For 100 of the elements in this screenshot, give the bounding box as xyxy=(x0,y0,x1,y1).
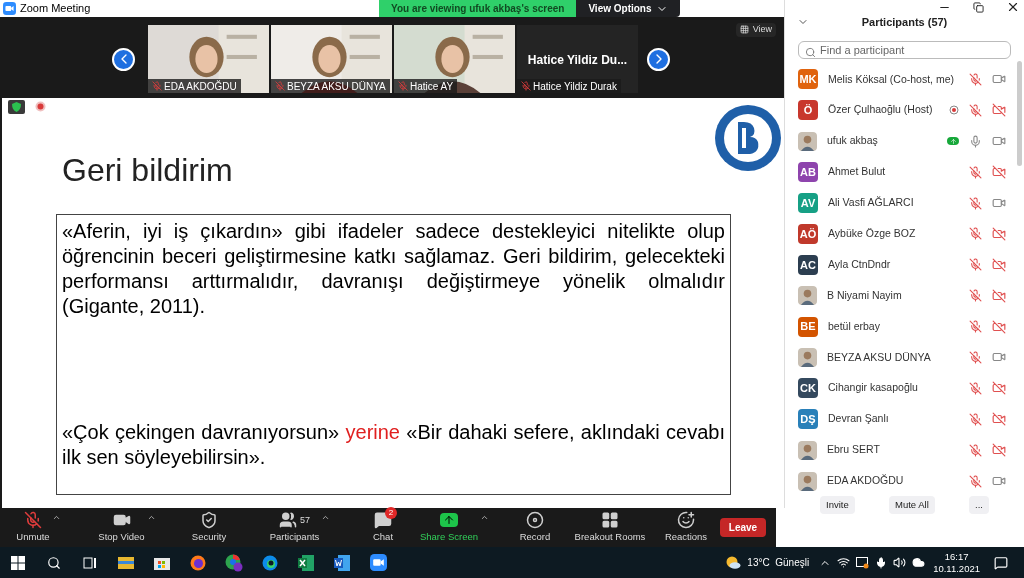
toolbar-button[interactable]: Breakout Rooms xyxy=(574,510,646,545)
participant-name: B Niyami Nayim xyxy=(827,287,903,303)
search-field[interactable]: Find a participant xyxy=(798,40,1011,59)
slide-paragraph: «Aferin, iyi iş çıkardın» gibi ifadeler sadece destekleyici nitelikte olup öğrencinin beceri geliştirmesine katkı sağlamaz. Geri bildirim, gelecekteki performansı arttırmalıdır, davranışı değiştirmeye yönelik olmalıdır (Gigante, 2011). xyxy=(62,219,725,319)
participant-name: Aybüke Özge BOZ xyxy=(828,226,917,241)
participant-row[interactable]: BE betül erbay xyxy=(785,311,1024,342)
view-button[interactable]: View xyxy=(735,23,776,37)
smiley-plus-icon xyxy=(677,511,695,530)
scroll-bar[interactable] xyxy=(1017,61,1022,166)
participant-name: Hatice Yildiz Durak xyxy=(533,79,617,93)
shield-check-icon xyxy=(8,100,25,114)
clock-time: 16:17 xyxy=(944,550,969,563)
recording-icon xyxy=(35,101,46,112)
mic-muted-icon xyxy=(275,81,285,91)
share-arrow-icon xyxy=(440,513,458,528)
avatar-initials: DŞ xyxy=(798,409,818,430)
notification-icon[interactable] xyxy=(994,555,1008,570)
participant-row[interactable]: B Niyami Nayim xyxy=(785,280,1024,312)
cloud-icon[interactable] xyxy=(912,556,926,569)
participant-name: Özer Çulhaoğlu (Host) xyxy=(828,102,934,118)
participant-name: Ali Vasfi AĞLARCI xyxy=(828,195,915,211)
avatar-initials: AC xyxy=(798,254,818,275)
speaker-icon[interactable] xyxy=(893,556,907,569)
avatar-initials: BE xyxy=(798,316,818,337)
participant-row[interactable]: AV Ali Vasfi AĞLARCI xyxy=(785,187,1024,219)
toolbar-button[interactable]: Stop Video xyxy=(98,510,145,545)
panel-title: Participants (57) xyxy=(861,15,948,30)
mic-muted-icon xyxy=(398,81,408,91)
participant-name: betül erbay xyxy=(828,318,881,334)
participant-name: ufuk akbaş xyxy=(827,133,879,149)
video-tile[interactable]: Hatice Yildiz Du... Hatice Yildiz Durak xyxy=(517,25,638,93)
grid-icon xyxy=(739,25,749,35)
avatar-initials: AV xyxy=(798,193,818,213)
close-icon[interactable] xyxy=(1006,0,1020,14)
participant-row[interactable]: MK Melis Köksal (Co-host, me) xyxy=(785,64,1024,95)
search-icon xyxy=(805,46,816,58)
avatar-initials: AÖ xyxy=(798,223,818,244)
participant-name: Melis Köksal (Co-host, me) xyxy=(828,71,956,87)
panel-button[interactable]: ... xyxy=(969,496,989,515)
participant-name: Ahmet Bulut xyxy=(828,164,887,180)
toolbar-button[interactable]: Reactions xyxy=(664,510,708,545)
participant-row[interactable]: AC Ayla CtnDndr xyxy=(785,249,1024,281)
panel-button[interactable]: Mute All xyxy=(889,496,935,515)
participant-row[interactable]: AB Ahmet Bulut xyxy=(785,156,1024,188)
participant-name: Ayla CtnDndr xyxy=(828,256,892,272)
participant-row[interactable]: CK Cihangir kasapoğlu xyxy=(785,372,1024,404)
clock[interactable]: 16:17 10.11.2021 xyxy=(933,550,980,575)
restore-icon[interactable] xyxy=(973,1,984,13)
participant-name: Hatice AY xyxy=(410,79,454,93)
window-title: Zoom Meeting xyxy=(20,1,91,17)
windows-logo-icon[interactable] xyxy=(11,555,25,570)
toolbar-button[interactable]: 2 Chat xyxy=(372,510,394,545)
participant-name: EDA AKDOĞDU xyxy=(827,473,905,489)
avatar-initials: CK xyxy=(798,378,818,399)
toolbar-button[interactable]: Unmute xyxy=(16,510,50,545)
participant-count: 57 xyxy=(300,513,310,527)
next-button[interactable] xyxy=(647,47,670,71)
slide-paragraph: «Çok çekingen davranıyorsun» yerine «Bir dahaki sefere, aklındaki cevabı ilk sen söyleyebilirsin». xyxy=(62,420,725,470)
tile-display-name: Hatice Yildiz Du... xyxy=(526,52,629,69)
weather-sun-cloud-icon xyxy=(726,556,742,569)
video-tile[interactable]: BEYZA AKSU DÜNYA xyxy=(271,25,392,93)
toolbar-button[interactable]: Record xyxy=(519,510,551,545)
leave-button[interactable]: Leave xyxy=(720,518,766,537)
video-tile[interactable]: EDA AKDOĞDU xyxy=(148,25,269,93)
participant-row[interactable]: BEYZA AKSU DÜNYA xyxy=(785,342,1024,373)
panel-button[interactable]: Invite xyxy=(820,496,855,515)
mic-muted-icon xyxy=(152,81,162,91)
shield-icon xyxy=(200,511,218,530)
avatar-initials: Ö xyxy=(798,100,818,121)
participant-name: Devran Şanlı xyxy=(828,411,890,427)
participant-row[interactable]: EDA AKDOĞDU xyxy=(785,465,1024,497)
screen-notification-icon[interactable] xyxy=(856,556,870,569)
clock-date: 10.11.2021 xyxy=(933,562,980,575)
participant-row[interactable]: ufuk akbaş xyxy=(785,125,1024,157)
mic-muted-icon xyxy=(521,81,531,91)
participant-row[interactable]: DŞ Devran Şanlı xyxy=(785,403,1024,435)
participant-name: Cihangir kasapoğlu xyxy=(828,380,919,396)
mic-muted-icon xyxy=(24,511,42,530)
view-options-button[interactable]: View Options xyxy=(576,0,680,17)
participant-name: BEYZA AKSU DÜNYA xyxy=(287,79,386,93)
participant-name: EDA AKDOĞDU xyxy=(164,79,237,93)
toolbar-button[interactable]: 57 Participants xyxy=(269,510,320,545)
participant-name: BEYZA AKSU DÜNYA xyxy=(827,349,932,365)
viewing-banner: You are viewing ufuk akbaş's screen xyxy=(379,0,577,17)
record-icon xyxy=(526,511,544,530)
participant-row[interactable]: Ebru SERT xyxy=(785,434,1024,466)
avatar-initials: AB xyxy=(798,162,818,183)
toolbar-button[interactable]: Share Screen xyxy=(419,510,479,545)
participant-row[interactable]: AÖ Aybüke Özge BOZ xyxy=(785,218,1024,250)
slide-title: Geri bildirim xyxy=(62,151,234,190)
toolbar-button[interactable]: Security xyxy=(191,510,227,545)
video-tile[interactable]: Hatice AY xyxy=(394,25,515,93)
grid-icon xyxy=(601,511,619,530)
previous-button[interactable] xyxy=(112,47,135,71)
microphone-icon[interactable] xyxy=(875,556,888,569)
avatar-initials: MK xyxy=(798,69,818,90)
weather-text[interactable]: 13°C Güneşli xyxy=(747,555,810,570)
participant-name: Ebru SERT xyxy=(827,442,881,458)
people-icon xyxy=(279,511,297,530)
participant-row[interactable]: Ö Özer Çulhaoğlu (Host) xyxy=(785,94,1024,126)
